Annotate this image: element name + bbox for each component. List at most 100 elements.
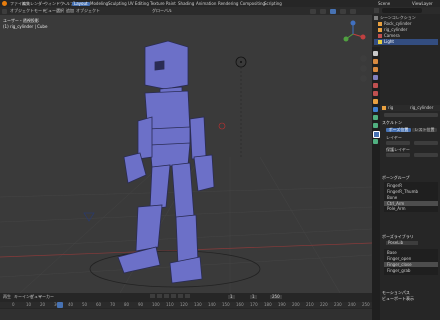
layer-grid-left[interactable] <box>386 141 410 145</box>
editor-type-icon[interactable] <box>2 8 7 14</box>
tool-tab-icon[interactable] <box>373 51 378 56</box>
material-shading-icon[interactable] <box>340 8 346 14</box>
pose-item[interactable]: Finger_grab <box>387 269 410 273</box>
pose-item[interactable]: Finger_open <box>387 257 411 261</box>
frame-tick-label: 190 <box>278 302 286 307</box>
mode-selector[interactable]: オブジェクトモード <box>10 9 46 13</box>
workspace-tab-shading[interactable]: Shading <box>178 1 194 6</box>
workspace-tab-layout[interactable]: Layout <box>72 1 90 6</box>
view-layer-selector[interactable]: ViewLayer <box>412 1 433 6</box>
prev-key-icon[interactable] <box>157 294 162 298</box>
timeline-editor: 再生 キーイング ビュー マーカー 1 1 250 01020304050607… <box>0 293 372 320</box>
section-viewport-display[interactable]: ビューポート表示 <box>382 297 414 301</box>
bone-group-item[interactable]: Bone <box>387 196 397 200</box>
current-frame-field[interactable]: 1 <box>228 295 235 299</box>
section-pose-library[interactable]: ポーズライブラリ <box>382 235 414 239</box>
pose-item-selected[interactable]: Finger_close <box>384 262 438 267</box>
layer-grid-right[interactable] <box>414 141 438 145</box>
workspace-tab-rendering[interactable]: Rendering <box>218 1 238 6</box>
next-key-icon[interactable] <box>178 294 183 298</box>
viewport-menu-select[interactable]: 選択 <box>56 9 64 13</box>
pose-library-selector[interactable]: PoseLib <box>386 241 418 245</box>
frame-tick-label: 250 <box>362 302 370 307</box>
pose-item[interactable]: Base <box>387 251 397 255</box>
workspace-tab-uv-editing[interactable]: UV Editing <box>128 1 149 6</box>
physics-tab-icon[interactable] <box>373 115 378 120</box>
modifier-tab-icon[interactable] <box>373 107 378 112</box>
section-bone-groups[interactable]: ボーングループ <box>382 176 410 180</box>
pan-hand-icon[interactable] <box>360 65 367 72</box>
character-model[interactable] <box>117 40 215 284</box>
y-axis-icon <box>343 36 349 42</box>
workspace-tab-modeling[interactable]: Modeling <box>90 1 108 6</box>
workspace-tab-scripting[interactable]: Scripting <box>264 1 282 6</box>
3d-viewport[interactable]: オブジェクトモード ビュー 選択 追加 オブジェクト グローバル ユーザー・透視… <box>0 7 372 293</box>
zoom-icon[interactable] <box>360 55 367 62</box>
viewport-menu-view[interactable]: ビュー <box>44 9 56 13</box>
camera-view-icon[interactable] <box>360 75 367 82</box>
frame-tick-label: 0 <box>12 302 15 307</box>
rest-position-button[interactable]: レスト位置 <box>412 128 437 132</box>
navigation-gizmo[interactable] <box>338 19 368 49</box>
rendered-shading-icon[interactable] <box>350 8 356 14</box>
menu-window[interactable]: ウィンドウ <box>44 1 64 6</box>
layers-label: レイヤー <box>386 135 402 140</box>
blender-logo-icon[interactable] <box>2 1 7 6</box>
object-tab-icon[interactable] <box>373 99 378 104</box>
jump-start-icon[interactable] <box>150 294 155 298</box>
playhead[interactable] <box>57 302 63 308</box>
bone-group-item[interactable]: Pole_Arm <box>387 207 406 211</box>
timeline-menu-marker[interactable]: マーカー <box>38 295 54 299</box>
jump-end-icon[interactable] <box>185 294 190 298</box>
bone-group-item[interactable]: FingerR <box>387 184 402 188</box>
scene-selector[interactable]: Scene <box>378 1 390 6</box>
z-axis-icon <box>350 20 356 26</box>
menu-edit[interactable]: 編集 <box>22 1 30 6</box>
frame-tick-label: 100 <box>152 302 160 307</box>
xray-toggle-icon[interactable] <box>320 8 326 14</box>
armature-data-tab-icon[interactable] <box>373 131 380 138</box>
bone-group-list: FingerR FingerR_Thumb Bone Ctrl_Arm Pole… <box>384 182 438 212</box>
workspace-tab-sculpting[interactable]: Sculpting <box>108 1 127 6</box>
render-tab-icon[interactable] <box>373 59 378 64</box>
frame-ruler[interactable]: 0102030405060708090100110120130140150160… <box>0 302 372 308</box>
view-layer-tab-icon[interactable] <box>373 75 378 80</box>
workspace-tab-compositing[interactable]: Compositing <box>240 1 265 6</box>
pose-position-button[interactable]: ポーズ位置 <box>386 128 411 132</box>
viewport-menu-object[interactable]: オブジェクト <box>76 9 100 13</box>
workspace-tab-texture-paint[interactable]: Texture Paint <box>150 1 176 6</box>
world-tab-icon[interactable] <box>373 91 378 96</box>
overlay-toggle-icon[interactable] <box>310 8 316 14</box>
protected-layer-grid-right[interactable] <box>414 153 438 157</box>
outliner-filter-icon[interactable] <box>374 8 379 13</box>
bone-group-item[interactable]: FingerR_Thumb <box>387 190 418 194</box>
timeline-track-area[interactable] <box>0 309 372 320</box>
outliner-search-input[interactable] <box>382 8 422 13</box>
timeline-menu-playback[interactable]: 再生 <box>3 295 11 299</box>
workspace-tab-animation[interactable]: Animation <box>196 1 216 6</box>
viewport-menu-add[interactable]: 追加 <box>66 9 74 13</box>
play-icon[interactable] <box>171 294 176 298</box>
protected-layer-grid-left[interactable] <box>386 153 410 157</box>
end-frame-field[interactable]: 250 <box>270 295 282 299</box>
viewport-scene[interactable] <box>0 7 372 293</box>
protected-layers-label: 保護レイヤー <box>386 147 410 152</box>
section-motion-paths[interactable]: モーションパス <box>382 291 410 295</box>
3d-cursor-icon[interactable] <box>218 122 226 130</box>
frame-tick-label: 140 <box>208 302 216 307</box>
transform-orientation-selector[interactable]: グローバル <box>152 9 172 13</box>
start-frame-field[interactable]: 1 <box>250 295 257 299</box>
solid-shading-icon[interactable] <box>330 8 336 14</box>
bone-tab-icon[interactable] <box>373 139 378 144</box>
frame-tick-label: 10 <box>26 302 32 307</box>
output-tab-icon[interactable] <box>373 67 378 72</box>
constraint-tab-icon[interactable] <box>373 123 378 128</box>
outliner-row-selected[interactable]: Light <box>374 39 438 45</box>
camera-object-icon[interactable] <box>83 212 95 222</box>
outliner-item-label: Camera <box>384 33 400 38</box>
section-skeleton[interactable]: スケルトン <box>382 121 402 125</box>
play-reverse-icon[interactable] <box>164 294 169 298</box>
armature-name-field[interactable] <box>384 113 438 117</box>
outliner-item-label: シーンコレクション <box>380 15 416 20</box>
scene-tab-icon[interactable] <box>373 83 378 88</box>
